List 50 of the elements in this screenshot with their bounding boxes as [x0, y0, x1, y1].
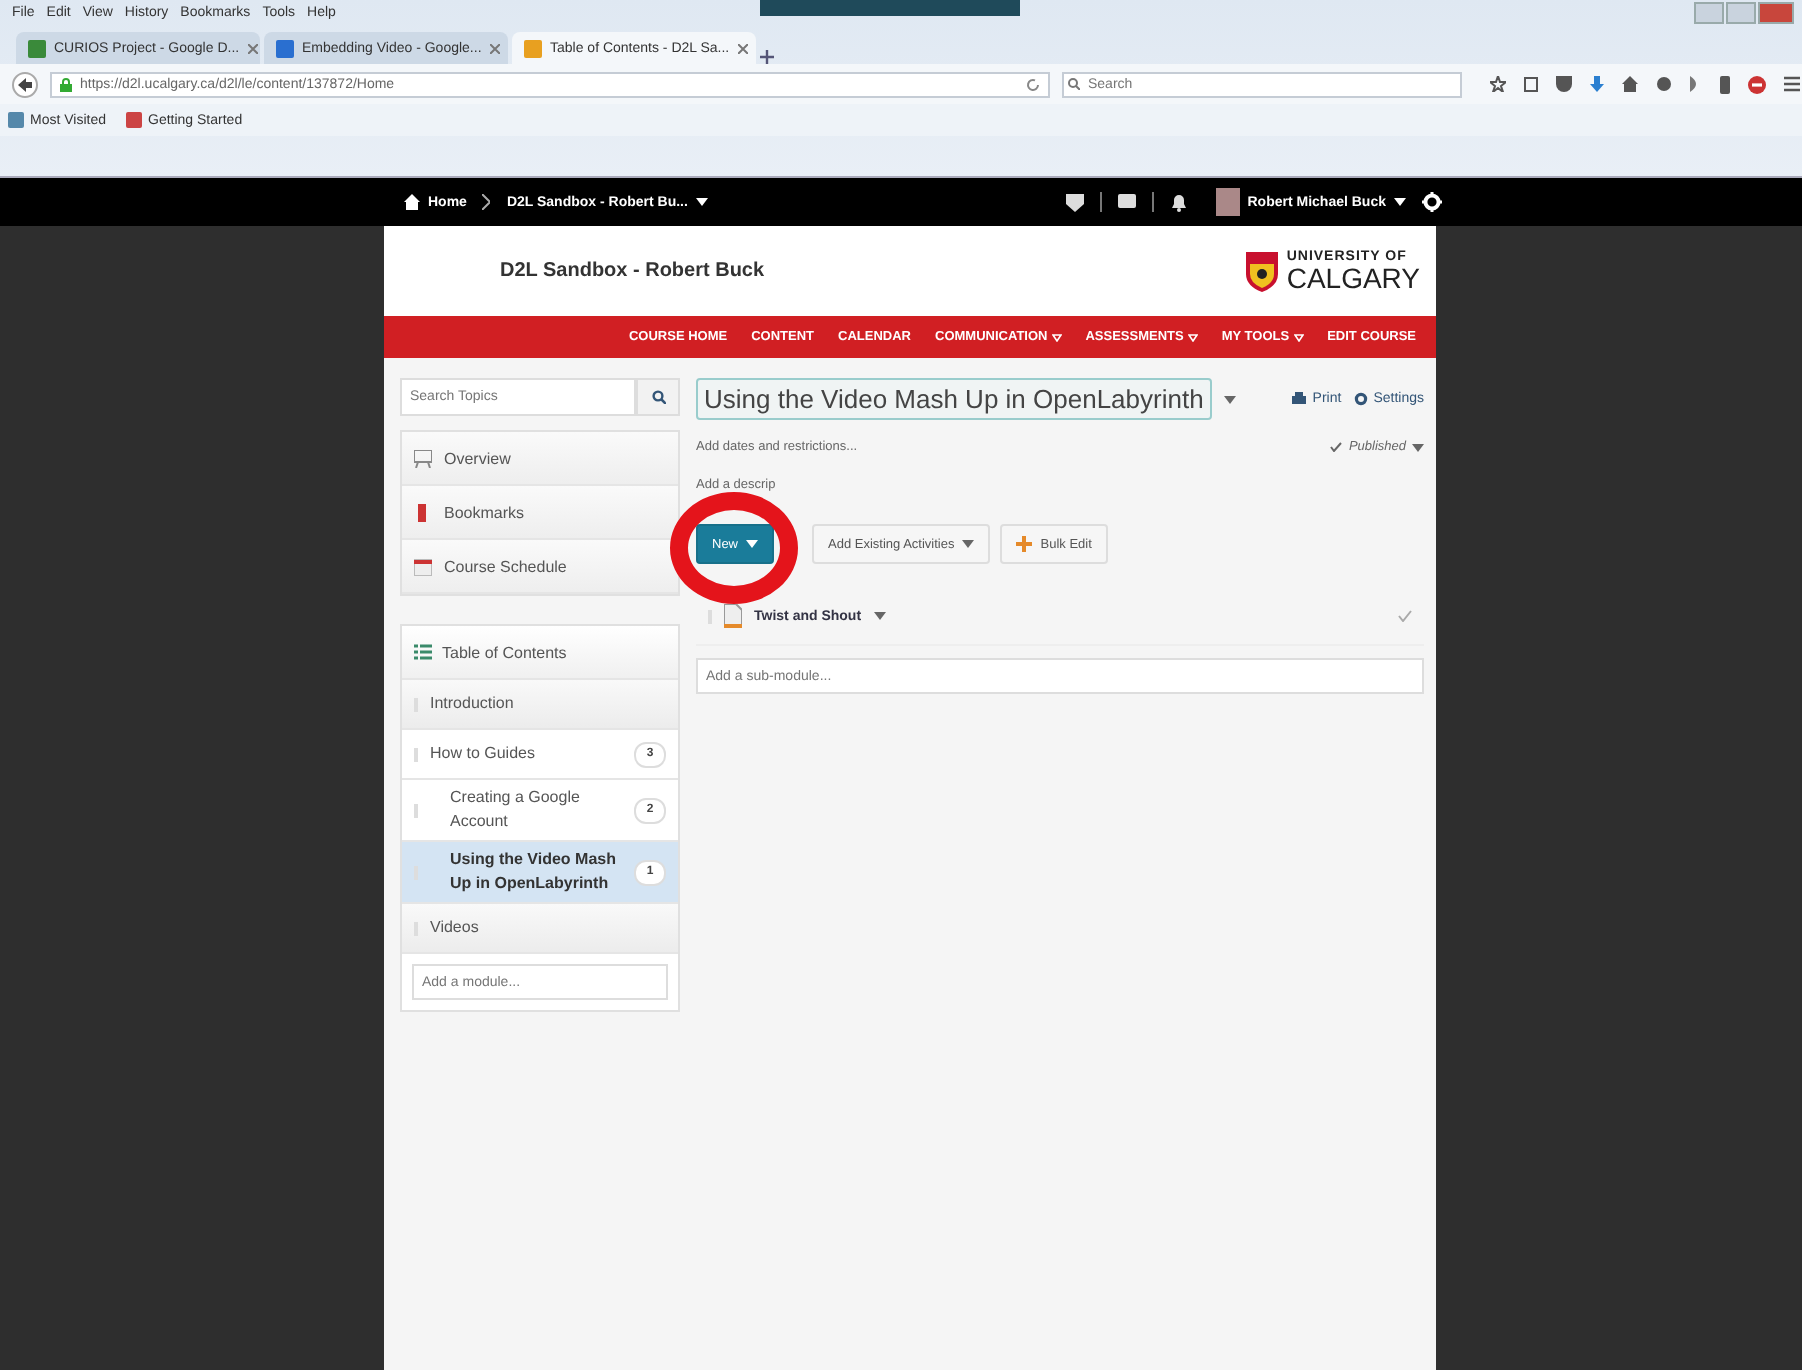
chevron-icon [482, 194, 491, 210]
avatar-image [1215, 188, 1240, 216]
overview-icon [414, 449, 432, 467]
menu-icon[interactable] [1784, 76, 1800, 92]
sidebar-link[interactable]: Overview [402, 432, 678, 486]
lock-icon [60, 77, 72, 91]
plus-icon[interactable] [760, 50, 774, 64]
page-icon [524, 39, 542, 57]
download-icon[interactable] [1590, 76, 1604, 92]
close-icon[interactable] [737, 43, 748, 53]
home-icon[interactable] [1622, 76, 1638, 92]
star-icon[interactable] [1490, 76, 1506, 92]
page-icon [28, 39, 46, 57]
shield-icon[interactable] [1556, 76, 1572, 92]
reload-icon[interactable] [1026, 77, 1040, 91]
title-menu-icon[interactable] [1223, 395, 1236, 403]
folder-icon [8, 112, 24, 128]
edit-icon [1016, 536, 1033, 552]
topic-menu-icon[interactable] [873, 612, 886, 620]
search-button[interactable] [636, 378, 680, 416]
sidebar-link[interactable]: Course Schedule [402, 540, 678, 594]
module-title-field[interactable]: Using the Video Mash Up in OpenLabyrinth [696, 378, 1212, 420]
shield-icon [1246, 251, 1279, 291]
logo-text: CALGARY [1286, 264, 1420, 292]
search-icon [1068, 78, 1080, 90]
page-icon [276, 39, 294, 57]
check-icon [1398, 610, 1412, 622]
sidebar-link[interactable]: Bookmarks [402, 486, 678, 540]
calendar-icon [414, 557, 432, 575]
course-title: D2L Sandbox - Robert Buck [500, 260, 767, 282]
list-icon [414, 644, 432, 660]
close-icon[interactable] [247, 43, 258, 53]
settings-icon[interactable] [1422, 192, 1442, 212]
print-icon [1292, 392, 1307, 406]
caret-icon[interactable] [695, 198, 708, 206]
module-item[interactable]: Videos [402, 904, 678, 954]
document-icon [724, 604, 742, 628]
bell-icon[interactable] [1169, 193, 1188, 211]
check-icon [1330, 442, 1343, 452]
highlight-circle [670, 492, 798, 604]
back-icon[interactable] [12, 71, 38, 97]
module-item[interactable]: Introduction [402, 680, 678, 730]
settings-icon [1353, 392, 1368, 406]
bookmark-icon [414, 503, 432, 521]
search-icon [651, 390, 665, 404]
stop-icon[interactable] [1748, 75, 1766, 93]
home-icon [404, 194, 420, 210]
caret-icon[interactable] [1394, 198, 1406, 206]
book-icon [126, 112, 142, 128]
close-icon[interactable] [489, 43, 500, 53]
